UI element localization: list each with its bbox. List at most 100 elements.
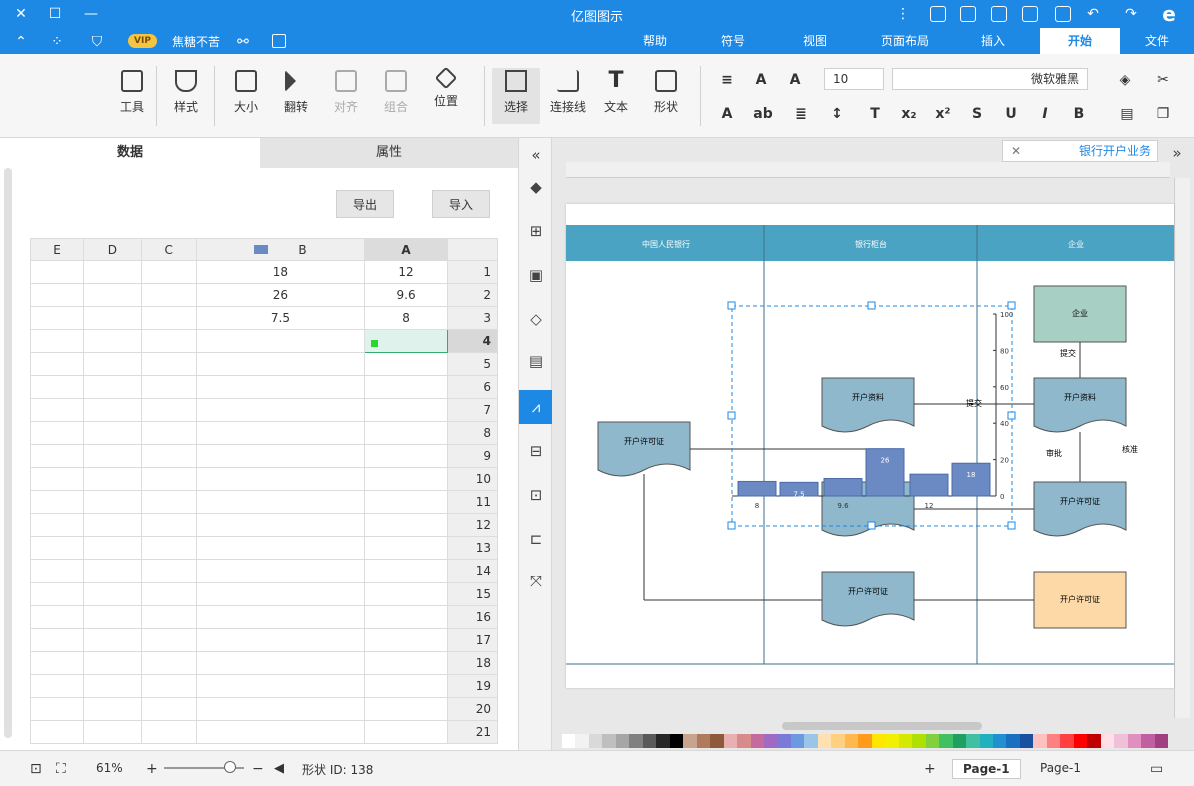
table-cell[interactable] — [364, 444, 448, 468]
color-swatch[interactable] — [1046, 734, 1061, 748]
page-list-icon[interactable]: ▭ — [1150, 761, 1163, 777]
size-button[interactable]: 大小 — [222, 68, 270, 124]
zoom-in-icon[interactable]: + — [146, 761, 158, 777]
table-cell[interactable] — [195, 582, 366, 606]
table-cell[interactable] — [140, 605, 197, 629]
table-cell[interactable] — [140, 260, 197, 284]
table-cell[interactable] — [29, 697, 85, 721]
color-swatch[interactable] — [723, 734, 738, 748]
shirt-icon[interactable]: ⛉ — [88, 33, 106, 51]
vip-badge[interactable]: VIP — [128, 34, 157, 48]
table-cell[interactable]: 9.6 — [364, 283, 448, 307]
color-swatch[interactable] — [912, 734, 926, 748]
color-swatch[interactable] — [993, 734, 1007, 748]
connector-button[interactable]: 连接线 — [544, 68, 592, 124]
flip-button[interactable]: 翻转 — [272, 68, 320, 124]
clear-format-icon[interactable]: T — [864, 104, 886, 124]
table-cell[interactable] — [195, 628, 366, 652]
new-icon[interactable] — [1055, 6, 1071, 22]
row-header[interactable]: 14 — [447, 559, 498, 583]
align-button[interactable]: 对齐 — [322, 68, 370, 124]
table-cell[interactable] — [140, 398, 197, 422]
table-cell[interactable] — [364, 467, 448, 491]
row-header[interactable]: 10 — [447, 467, 498, 491]
color-swatch[interactable] — [1114, 734, 1128, 748]
table-cell[interactable] — [83, 306, 142, 330]
export-icon[interactable] — [930, 6, 946, 22]
ruler-icon[interactable]: ⊏ — [525, 528, 547, 550]
color-swatch[interactable] — [979, 734, 993, 748]
line-spacing-icon[interactable]: ≡ — [716, 70, 738, 90]
table-cell[interactable] — [29, 674, 85, 698]
table-cell[interactable] — [195, 467, 366, 491]
grid-icon[interactable]: ⊞ — [525, 220, 547, 242]
table-cell[interactable] — [140, 490, 197, 514]
table-cell[interactable] — [29, 352, 85, 376]
fullscreen-icon[interactable]: ⛶ — [56, 761, 66, 777]
collapse-panel-icon[interactable]: « — [525, 144, 547, 166]
color-swatch[interactable] — [777, 734, 791, 748]
color-swatch[interactable] — [925, 734, 940, 748]
table-cell[interactable] — [195, 375, 366, 399]
table-cell[interactable] — [195, 444, 366, 468]
italic-icon[interactable]: I — [1034, 104, 1056, 124]
table-cell[interactable] — [140, 283, 197, 307]
apps-icon[interactable]: ⁘ — [48, 33, 66, 51]
table-cell[interactable] — [29, 536, 85, 560]
table-cell[interactable]: 18 — [195, 260, 366, 284]
table-cell[interactable] — [195, 329, 366, 353]
table-cell[interactable] — [83, 467, 142, 491]
table-cell[interactable] — [83, 720, 142, 744]
row-header[interactable]: 15 — [447, 582, 498, 606]
table-cell[interactable] — [140, 628, 197, 652]
color-swatch[interactable] — [844, 734, 859, 748]
table-cell[interactable]: 26 — [195, 283, 366, 307]
close-doc-icon[interactable]: ✕ — [1011, 141, 1021, 161]
row-header[interactable]: 18 — [447, 651, 498, 675]
play-icon[interactable]: ◀ — [274, 761, 284, 776]
list-icon[interactable]: ≣ — [790, 104, 812, 124]
row-header[interactable]: 5 — [447, 352, 498, 376]
underline-icon[interactable]: U — [1000, 104, 1022, 124]
table-cell[interactable] — [29, 605, 85, 629]
panel-scrollbar[interactable] — [4, 168, 12, 738]
color-swatch[interactable] — [588, 734, 603, 748]
horizontal-scrollbar[interactable] — [782, 722, 982, 730]
row-header[interactable]: 17 — [447, 628, 498, 652]
table-cell[interactable] — [140, 536, 197, 560]
table-cell[interactable] — [364, 697, 448, 721]
color-swatch[interactable] — [966, 734, 980, 748]
image-icon[interactable]: ▣ — [525, 264, 547, 286]
color-swatch[interactable] — [750, 734, 765, 748]
import-button[interactable]: 导入 — [432, 190, 491, 218]
color-swatch[interactable] — [790, 734, 805, 748]
undo-icon[interactable]: ↶ — [1084, 5, 1102, 23]
table-cell[interactable] — [140, 306, 197, 330]
position-button[interactable]: 位置 — [422, 66, 470, 124]
table-cell[interactable] — [364, 329, 448, 353]
group-button[interactable]: 组合 — [372, 68, 420, 124]
table-cell[interactable] — [83, 375, 142, 399]
table-cell[interactable] — [140, 467, 197, 491]
color-swatch[interactable] — [737, 734, 751, 748]
table-cell[interactable] — [83, 651, 142, 675]
color-swatch[interactable] — [710, 734, 724, 748]
color-swatch[interactable] — [669, 734, 684, 748]
column-header-b[interactable]: B — [195, 238, 366, 261]
table-cell[interactable] — [83, 444, 142, 468]
color-swatch[interactable] — [642, 734, 657, 748]
table-cell[interactable] — [140, 444, 197, 468]
color-swatch[interactable] — [898, 734, 913, 748]
subscript-icon[interactable]: x₂ — [898, 104, 920, 124]
username[interactable]: 焦糖不苦 — [172, 33, 220, 50]
color-swatch[interactable] — [1087, 734, 1101, 748]
font-name-select[interactable]: 微软雅黑 — [892, 68, 1088, 90]
column-header-a[interactable]: A — [364, 238, 448, 261]
open-icon[interactable] — [1022, 6, 1038, 22]
color-swatch[interactable] — [1154, 734, 1169, 748]
chart-data-icon[interactable]: ⩘ — [519, 390, 553, 424]
table-cell[interactable] — [140, 329, 197, 353]
font-size-select[interactable]: 10 — [824, 68, 884, 90]
table-cell[interactable]: 7.5 — [195, 306, 366, 330]
color-swatch[interactable] — [764, 734, 778, 748]
